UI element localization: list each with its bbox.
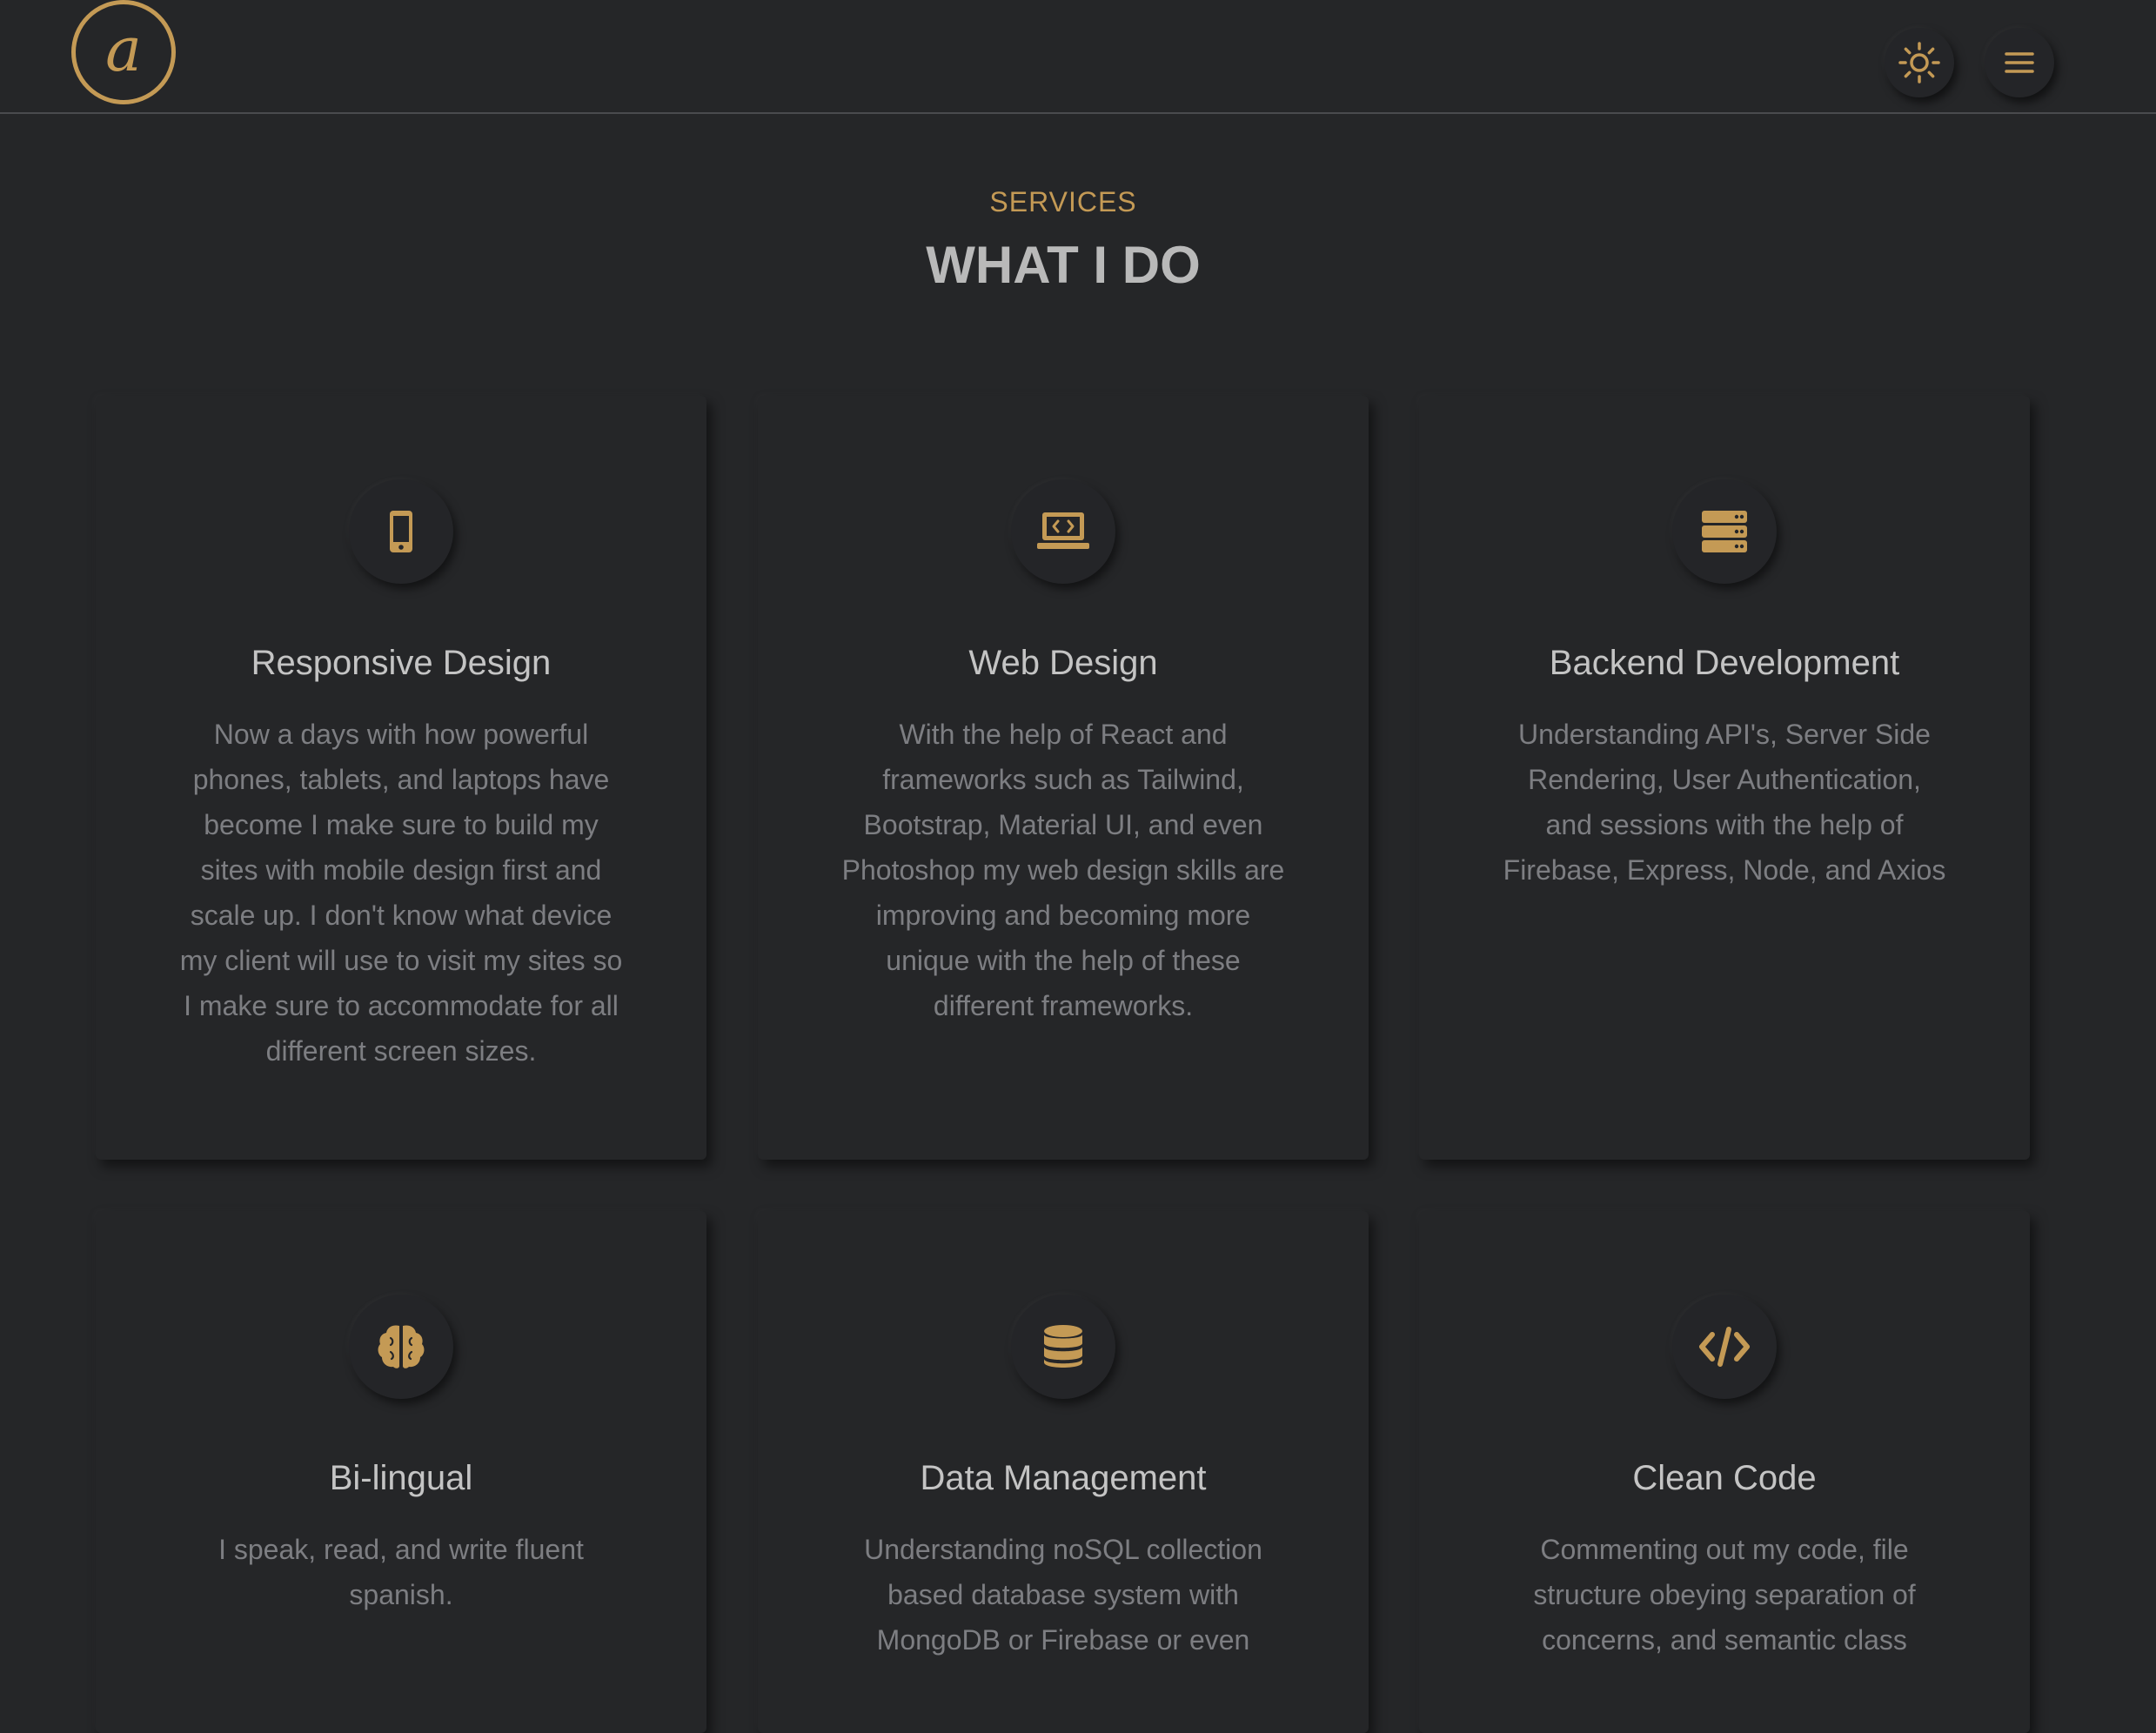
service-description: Now a days with how powerful phones, tab… xyxy=(179,719,623,1067)
service-title: Bi-lingual xyxy=(329,1459,473,1497)
service-title: Clean Code xyxy=(1632,1459,1817,1497)
service-card-responsive-design: Responsive Design Now a days with how po… xyxy=(96,396,706,1160)
service-icon-badge xyxy=(349,479,453,584)
service-icon-badge xyxy=(1011,479,1115,584)
mobile-phone-icon xyxy=(390,511,412,552)
laptop-code-icon xyxy=(1037,512,1089,549)
service-icon-badge xyxy=(1672,1295,1777,1399)
service-description: Understanding noSQL collection based dat… xyxy=(864,1534,1262,1656)
service-card-clean-code: Clean Code Commenting out my code, file … xyxy=(1419,1211,2030,1733)
service-card-backend-development: Backend Development Understanding API's,… xyxy=(1419,396,2030,1160)
service-icon-badge xyxy=(349,1295,453,1399)
service-title: Responsive Design xyxy=(251,644,552,682)
menu-button[interactable] xyxy=(1985,28,2054,97)
service-title: Web Design xyxy=(968,644,1158,682)
service-title: Backend Development xyxy=(1549,644,1900,682)
navbar: a xyxy=(0,0,2156,114)
service-icon-badge xyxy=(1672,479,1777,584)
logo-letter: a xyxy=(105,14,142,85)
brain-icon xyxy=(378,1325,425,1368)
theme-toggle-button[interactable] xyxy=(1885,28,1954,97)
database-icon xyxy=(1044,1325,1082,1368)
service-card-bi-lingual: Bi-lingual I speak, read, and write flue… xyxy=(96,1211,706,1733)
hamburger-menu-icon xyxy=(2005,52,2034,73)
sun-icon xyxy=(1898,42,1940,84)
service-card-web-design: Web Design With the help of React and fr… xyxy=(758,396,1369,1160)
service-description: I speak, read, and write fluent spanish. xyxy=(218,1534,584,1610)
service-description: Commenting out my code, file structure o… xyxy=(1533,1534,1916,1656)
service-description: Understanding API's, Server Side Renderi… xyxy=(1503,719,1946,886)
server-icon xyxy=(1702,511,1747,552)
service-card-data-management: Data Management Understanding noSQL coll… xyxy=(758,1211,1369,1733)
section-subtitle: SERVICES xyxy=(989,186,1137,217)
service-title: Data Management xyxy=(920,1459,1207,1497)
logo[interactable]: a xyxy=(71,0,176,104)
code-icon xyxy=(1699,1327,1750,1367)
service-description: With the help of React and frameworks su… xyxy=(841,719,1285,1021)
section-title: WHAT I DO xyxy=(926,236,1201,294)
service-icon-badge xyxy=(1011,1295,1115,1399)
